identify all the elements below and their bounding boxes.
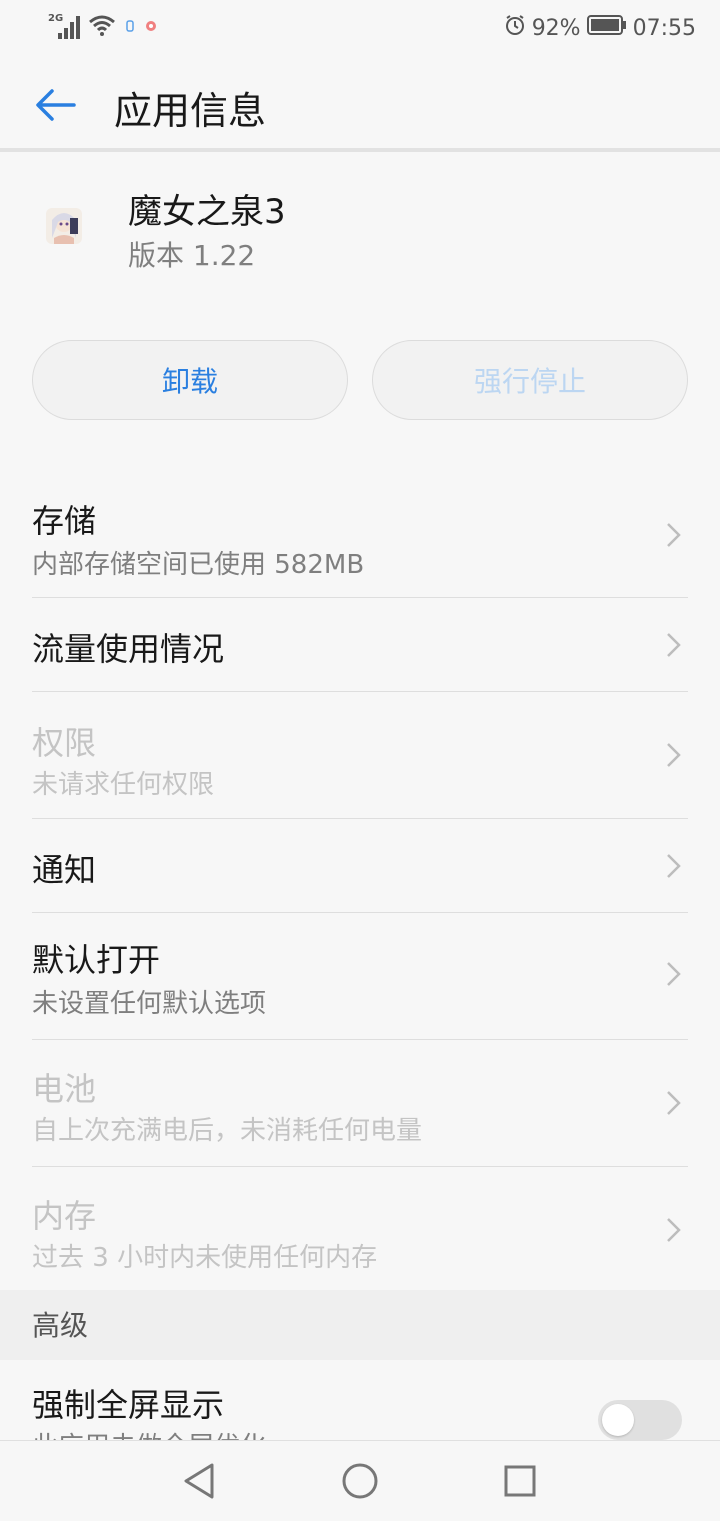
toggle-knob [602, 1404, 634, 1436]
notification-alert-icon [144, 18, 158, 37]
list-item-memory[interactable]: 内存 过去 3 小时内未使用任何内存 [32, 1167, 688, 1293]
chevron-right-icon [666, 522, 682, 548]
header-divider [0, 148, 720, 152]
list-item-subtitle: 未请求任何权限 [32, 770, 215, 800]
list-item-default-open[interactable]: 默认打开 未设置任何默认选项 [32, 913, 688, 1040]
list-item-subtitle: 自上次充满电后，未消耗任何电量 [32, 1116, 423, 1146]
nav-recents-button[interactable] [498, 1459, 542, 1503]
triangle-back-icon [184, 1463, 214, 1499]
battery-icon [586, 14, 627, 42]
list-item-title: 流量使用情况 [32, 630, 225, 668]
chevron-right-icon [666, 853, 682, 879]
list-item-subtitle: 过去 3 小时内未使用任何内存 [32, 1243, 378, 1273]
list-item-subtitle: 未设置任何默认选项 [32, 989, 267, 1019]
app-icon [46, 208, 82, 244]
status-bar: 2G 92% 07:55 [0, 0, 720, 58]
status-left: 2G [46, 13, 158, 40]
notification-app-icon [124, 18, 136, 37]
toolbar: 应用信息 [0, 58, 720, 150]
fullscreen-setting-row[interactable]: 强制全屏显示 此应用未做全屏优化 [0, 1360, 720, 1462]
list-item-storage[interactable]: 存储 内部存储空间已使用 582MB [32, 470, 688, 598]
app-name: 魔女之泉3 [128, 192, 286, 232]
chevron-right-icon [666, 961, 682, 987]
wifi-icon [88, 14, 116, 40]
chevron-right-icon [666, 1217, 682, 1243]
nav-back-button[interactable] [178, 1459, 222, 1503]
advanced-section-header: 高级 [0, 1290, 720, 1360]
force-stop-button[interactable]: 强行停止 [372, 340, 688, 420]
app-header: 魔女之泉3 版本 1.22 [0, 170, 720, 290]
list-item-title: 通知 [32, 851, 97, 889]
alarm-icon [504, 14, 526, 42]
settings-list: 存储 内部存储空间已使用 582MB 流量使用情况 权限 未请求任何权限 通知 … [32, 470, 688, 1293]
cellular-signal-icon: 2G [46, 13, 80, 39]
battery-percent: 92% [531, 15, 581, 41]
list-item-data-usage[interactable]: 流量使用情况 [32, 598, 688, 692]
clock: 07:55 [632, 15, 696, 41]
list-item-title: 内存 [32, 1197, 97, 1235]
circle-home-icon [342, 1463, 378, 1499]
chevron-right-icon [666, 742, 682, 768]
network-type-label: 2G [48, 13, 64, 24]
chevron-right-icon [666, 632, 682, 658]
fullscreen-toggle[interactable] [598, 1400, 682, 1440]
fullscreen-title: 强制全屏显示 [32, 1386, 225, 1424]
list-item-title: 默认打开 [32, 941, 161, 979]
list-item-title: 权限 [32, 724, 97, 762]
status-right: 92% 07:55 [504, 14, 696, 42]
navigation-bar [0, 1440, 720, 1521]
square-recents-icon [504, 1465, 536, 1497]
list-item-battery[interactable]: 电池 自上次充满电后，未消耗任何电量 [32, 1040, 688, 1167]
nav-home-button[interactable] [338, 1459, 382, 1503]
uninstall-button[interactable]: 卸载 [32, 340, 348, 420]
back-arrow-icon [36, 89, 76, 121]
app-version: 版本 1.22 [128, 239, 256, 272]
section-title: 高级 [32, 1309, 89, 1342]
list-item-title: 电池 [32, 1070, 97, 1108]
list-item-title: 存储 [32, 502, 97, 540]
back-button[interactable] [30, 80, 80, 130]
list-item-subtitle: 内部存储空间已使用 582MB [32, 550, 365, 580]
list-item-notifications[interactable]: 通知 [32, 819, 688, 913]
page-title: 应用信息 [114, 89, 267, 133]
list-item-permissions[interactable]: 权限 未请求任何权限 [32, 692, 688, 819]
chevron-right-icon [666, 1090, 682, 1116]
